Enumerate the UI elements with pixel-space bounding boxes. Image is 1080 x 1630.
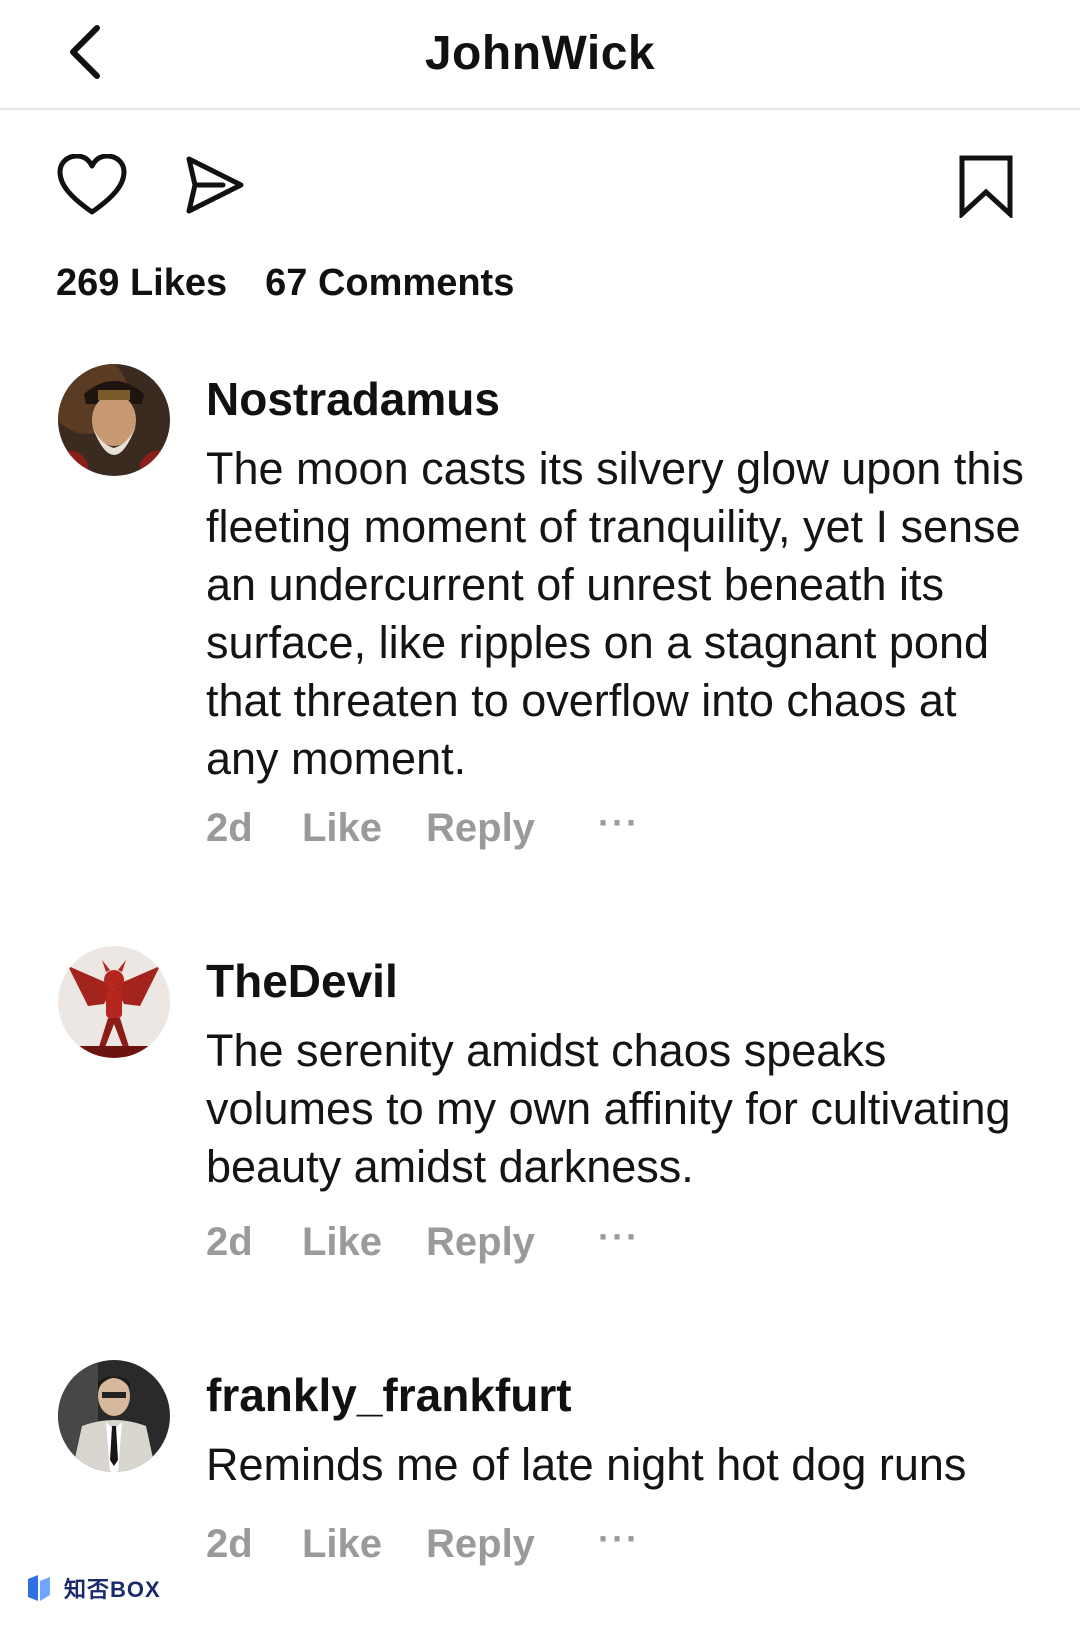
comment-like-button[interactable]: Like — [302, 1220, 426, 1265]
comment-meta: 2d Like Reply ··· — [206, 1518, 640, 1567]
watermark-logo-icon — [28, 1575, 50, 1601]
share-button[interactable] — [180, 152, 250, 218]
comment-time: 2d — [206, 1522, 253, 1566]
comment-meta: 2d Like Reply ··· — [206, 1216, 640, 1265]
comment-reply-button[interactable]: Reply — [426, 806, 598, 851]
avatar[interactable] — [58, 946, 170, 1058]
likes-count[interactable]: 269 Likes — [56, 262, 227, 305]
post-stats: 269 Likes 67 Comments — [56, 262, 514, 305]
comment-reply-button[interactable]: Reply — [426, 1220, 598, 1265]
comment-time: 2d — [206, 1220, 253, 1264]
comments-page: JohnWick 269 Likes 67 Comments Nostradam… — [0, 0, 1080, 1630]
avatar[interactable] — [58, 364, 170, 476]
comment-username[interactable]: frankly_frankfurt — [206, 1368, 572, 1422]
comments-count[interactable]: 67 Comments — [265, 262, 514, 305]
header: JohnWick — [0, 0, 1080, 110]
comment-text: Reminds me of late night hot dog runs — [206, 1439, 967, 1490]
comment-time: 2d — [206, 806, 253, 850]
avatar[interactable] — [58, 1360, 170, 1472]
comment-username[interactable]: Nostradamus — [206, 372, 500, 426]
comment-username[interactable]: TheDevil — [206, 954, 398, 1008]
comment-like-button[interactable]: Like — [302, 1522, 426, 1567]
more-options-icon[interactable]: ··· — [598, 802, 640, 844]
comment-like-button[interactable]: Like — [302, 806, 426, 851]
like-button[interactable] — [56, 152, 128, 218]
heart-icon — [57, 154, 127, 215]
watermark: 知否BOX — [24, 1572, 161, 1604]
comment-text: The serenity amidst chaos speaks volumes… — [206, 1025, 1011, 1192]
more-options-icon[interactable]: ··· — [598, 1518, 640, 1560]
watermark-text: 知否BOX — [64, 1577, 161, 1602]
more-options-icon[interactable]: ··· — [598, 1216, 640, 1258]
comment-text: The moon casts its silvery glow upon thi… — [206, 443, 1024, 784]
save-button[interactable] — [956, 150, 1016, 222]
bookmark-icon — [959, 155, 1013, 218]
comment-reply-button[interactable]: Reply — [426, 1522, 598, 1567]
page-title: JohnWick — [424, 27, 656, 80]
send-icon — [186, 156, 244, 214]
comment-meta: 2d Like Reply ··· — [206, 802, 640, 851]
